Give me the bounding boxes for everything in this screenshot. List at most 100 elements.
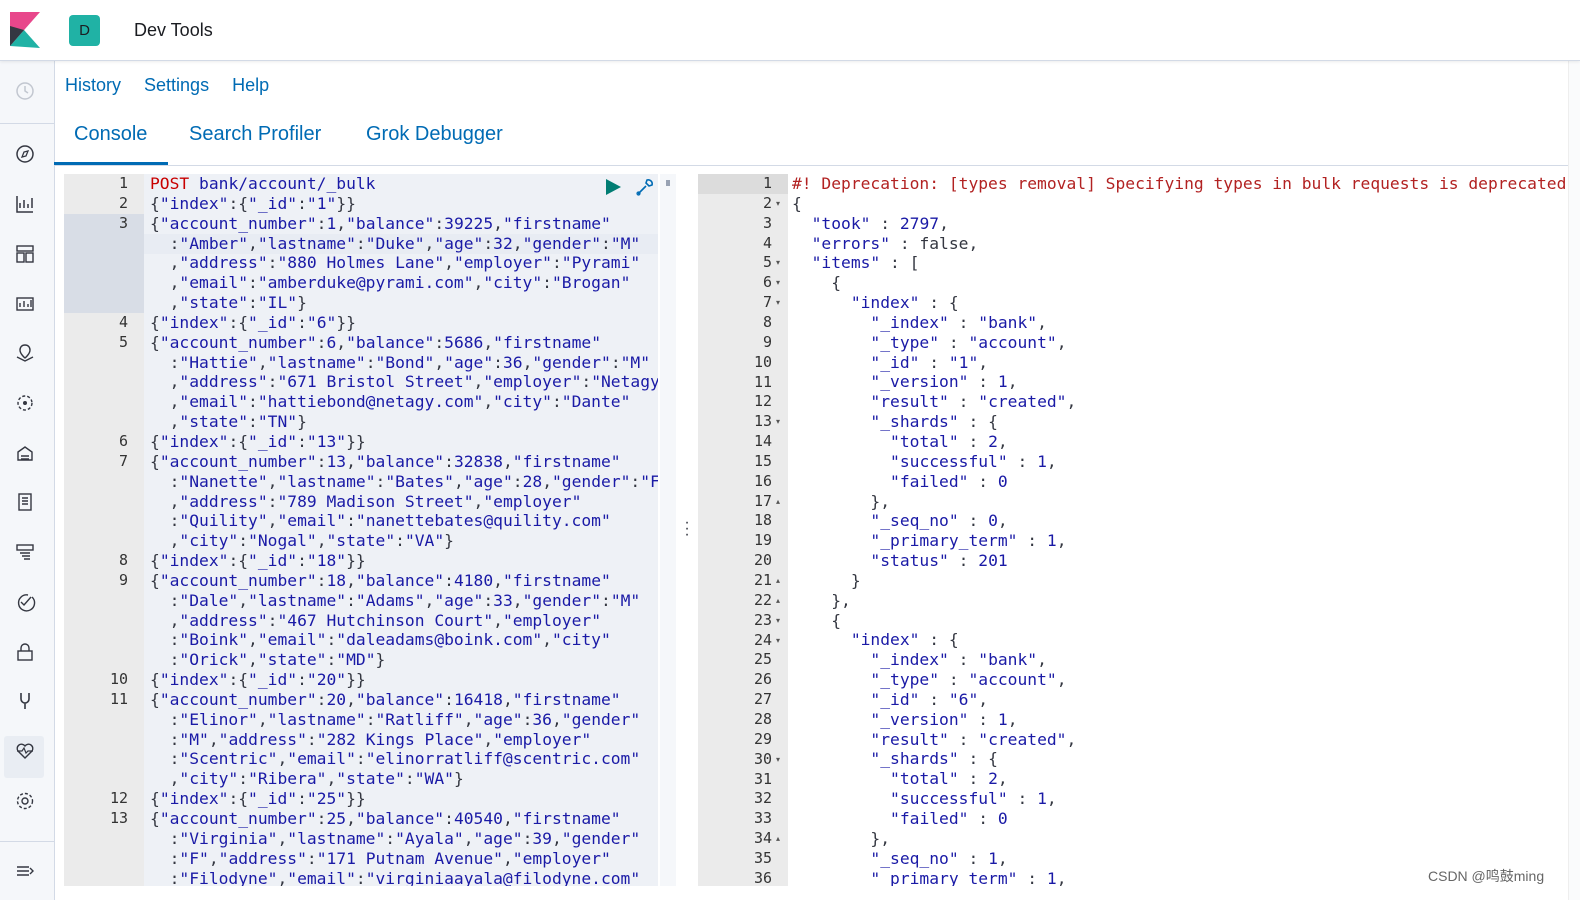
fold-marker-icon[interactable]: ▴ (776, 571, 780, 591)
code-line: ,"state":"TN"} (150, 412, 307, 432)
panel-resizer[interactable]: · · · (683, 515, 691, 543)
line-number: 36 (753, 868, 772, 886)
line-number: 9 (118, 571, 128, 589)
fold-marker-icon[interactable]: ▾ (776, 194, 780, 214)
response-line: "result" : "created", (870, 729, 1077, 749)
response-panel[interactable]: 1 2 3 4 5 6 7 8 9 10 11 12 13 14 15 16 17 18 19 20 21 22 23 24 2… (698, 174, 1568, 886)
page-scrollbar[interactable] (1568, 61, 1580, 900)
response-line: "took" : 2797, (811, 213, 949, 233)
response-line: "failed" : 0 (890, 471, 1008, 491)
line-number: 1 (118, 174, 128, 192)
response-line: "total" : 2, (890, 431, 1008, 451)
response-line: "result" : "created", (870, 392, 1077, 412)
fold-marker-icon[interactable]: ▾ (776, 253, 780, 273)
request-editor[interactable]: 1 2 3 4 5 6 7 8 9 10 11 12 13 POST bank/account/_bul… (64, 174, 658, 886)
line-number: 7 (762, 293, 772, 312)
code-line: :"Virginia","lastname":"Ayala","age":39,… (150, 828, 641, 848)
dashboard-icon[interactable] (12, 241, 38, 267)
code-line: {"account_number":20,"balance":16418,"fi… (150, 689, 621, 709)
code-line: ,"state":"IL"} (150, 293, 307, 313)
collapse-icon[interactable] (12, 858, 38, 884)
response-line: "failed" : 0 (890, 809, 1008, 828)
line-number: 7 (118, 451, 128, 470)
fold-marker-icon[interactable]: ▴ (776, 591, 780, 611)
response-line: "status" : 201 (870, 551, 1008, 571)
response-line: }, (792, 491, 891, 511)
response-line: "successful" : 1, (890, 789, 1057, 809)
fold-marker-icon[interactable]: ▾ (776, 273, 780, 293)
line-number: 17 (753, 491, 772, 510)
line-number: 27 (753, 690, 772, 709)
tab-bar: Console Search Profiler Grok Debugger (54, 115, 1580, 166)
code-line: {"account_number":13,"balance":32838,"fi… (150, 451, 621, 471)
tab-grok-debugger[interactable]: Grok Debugger (366, 123, 503, 146)
logs-icon[interactable] (12, 489, 38, 515)
settings-link[interactable]: Settings (144, 75, 209, 95)
ml-icon[interactable] (12, 390, 38, 416)
apm-icon[interactable] (12, 539, 38, 565)
devtools-icon[interactable] (12, 688, 38, 714)
line-number: 3 (762, 213, 772, 232)
response-line: "_shards" : { (870, 412, 998, 432)
line-number: 21 (753, 571, 772, 589)
infrastructure-icon[interactable] (12, 440, 38, 466)
response-line: "_type" : "account", (870, 332, 1067, 352)
wrench-icon[interactable] (634, 176, 656, 198)
request-scrollbar[interactable] (660, 174, 676, 886)
clock-icon[interactable] (12, 78, 38, 104)
fold-marker-icon[interactable]: ▾ (776, 631, 780, 651)
management-icon[interactable] (12, 788, 38, 814)
line-number: 8 (118, 551, 128, 570)
fold-marker-icon[interactable]: ▾ (776, 412, 780, 432)
help-link[interactable]: Help (232, 75, 269, 95)
line-number: 2 (762, 193, 772, 212)
request-code[interactable]: POST bank/account/_bulk {"index":{"_id":"… (150, 174, 658, 886)
canvas-icon[interactable] (12, 290, 38, 316)
fold-marker-icon[interactable]: ▾ (776, 611, 780, 631)
line-number: 11 (753, 372, 772, 391)
response-line: "errors" : false, (811, 233, 979, 253)
line-number: 10 (753, 352, 772, 371)
line-number: 8 (762, 312, 772, 331)
maps-icon[interactable] (12, 340, 38, 366)
code-line: {"index":{"_id":"18"}} (150, 551, 366, 571)
code-line: :"Filodyne","email":"virginiaayala@filod… (150, 868, 641, 886)
tab-console[interactable]: Console (74, 123, 147, 146)
response-line: "_seq_no" : 0, (870, 511, 1008, 531)
line-number: 12 (753, 392, 772, 411)
play-icon[interactable] (604, 178, 622, 196)
siem-icon[interactable] (12, 639, 38, 665)
fold-marker-icon[interactable]: ▾ (776, 750, 780, 770)
code-line: POST bank/account/_bulk (150, 174, 376, 193)
line-number: 13 (109, 809, 128, 828)
side-nav (0, 61, 55, 900)
code-line: ,"address":"789 Madison Street","employe… (150, 491, 582, 511)
line-number: 5 (762, 253, 772, 272)
line-number: 12 (109, 789, 128, 808)
line-number: 24 (753, 630, 772, 649)
response-line: { (792, 193, 802, 213)
code-line: :"Hattie","lastname":"Bond","age":36,"ge… (150, 352, 651, 372)
monitoring-icon[interactable] (12, 738, 38, 764)
fold-marker-icon[interactable]: ▴ (776, 829, 780, 849)
page-title: Dev Tools (134, 20, 213, 40)
space-avatar[interactable]: D (69, 15, 100, 46)
compass-icon[interactable] (12, 141, 38, 167)
uptime-icon[interactable] (12, 589, 38, 615)
tab-search-profiler[interactable]: Search Profiler (189, 123, 321, 146)
line-number: 32 (753, 789, 772, 808)
line-number: 29 (753, 729, 772, 748)
top-links: History Settings Help (65, 75, 287, 96)
visualize-icon[interactable] (12, 191, 38, 217)
response-line: { (792, 610, 842, 630)
kibana-logo-icon[interactable] (10, 12, 40, 48)
watermark: CSDN @鸣鼓ming (1428, 868, 1545, 884)
response-line: "index" : { (850, 630, 959, 650)
fold-marker-icon[interactable]: ▴ (776, 492, 780, 512)
code-line: ,"address":"880 Holmes Lane","employer":… (150, 253, 641, 273)
fold-marker-icon[interactable]: ▾ (776, 293, 780, 313)
code-line: {"index":{"_id":"25"}} (150, 789, 366, 809)
line-number: 13 (753, 412, 772, 431)
history-link[interactable]: History (65, 75, 121, 95)
line-number: 20 (753, 551, 772, 570)
